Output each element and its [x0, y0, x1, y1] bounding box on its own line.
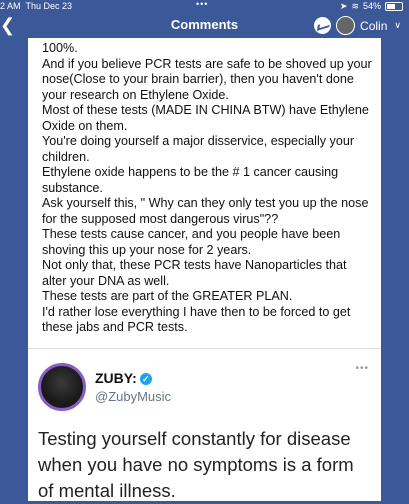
avatar[interactable] — [336, 16, 356, 35]
account-switcher[interactable]: Colin ∨ — [314, 16, 401, 35]
comment-content: 100%. And if you believe PCR tests are s… — [28, 38, 381, 501]
comment-paragraph: These tests cause cancer, and you people… — [42, 227, 341, 257]
status-indicators: ➤ ≋ 54% — [340, 0, 403, 12]
user-name[interactable]: Colin — [360, 19, 387, 33]
location-icon: ➤ — [339, 1, 348, 11]
status-bar: 2 AM Thu Dec 23 ••• ➤ ≋ 54% — [0, 0, 409, 12]
nav-bar: ❮ Comments Colin ∨ — [0, 12, 409, 38]
comment-paragraph: Most of these tests (MADE IN CHINA BTW) … — [42, 103, 369, 133]
comment-paragraph: I'd rather lose everything I have then t… — [42, 304, 351, 335]
tweet-author-handle[interactable]: @ZubyMusic — [95, 389, 171, 404]
comment-paragraph: And if you believe PCR tests are safe to… — [42, 56, 372, 102]
verified-badge-icon: ✓ — [139, 373, 152, 385]
embedded-tweet[interactable]: ZUBY: ✓ @ZubyMusic ••• Testing yourself c… — [28, 348, 381, 501]
battery-percent: 54% — [362, 1, 381, 11]
comment-paragraph: 100%. — [42, 41, 78, 55]
comment-text: 100%. And if you believe PCR tests are s… — [28, 38, 381, 336]
comment-paragraph: Not only that, these PCR tests have Nano… — [42, 258, 347, 288]
tweet-text: Testing yourself constantly for disease … — [38, 428, 354, 501]
status-time: 2 AM Thu Dec 23 — [0, 1, 73, 11]
tweet-author-name[interactable]: ZUBY: ✓ — [95, 370, 152, 386]
multitask-dots-icon[interactable]: ••• — [196, 0, 208, 10]
wifi-icon: ≋ — [351, 1, 359, 11]
messenger-icon[interactable] — [314, 17, 332, 34]
comment-paragraph: Ask yourself this, " Why can they only t… — [42, 196, 369, 226]
more-options-icon[interactable]: ••• — [355, 363, 369, 374]
chevron-down-icon[interactable]: ∨ — [394, 20, 401, 31]
comment-paragraph: These tests are part of the GREATER PLAN… — [42, 289, 293, 303]
tweet-avatar[interactable] — [38, 363, 86, 411]
comment-paragraph: You're doing yourself a major disservice… — [42, 134, 355, 164]
battery-icon — [385, 1, 403, 11]
comment-paragraph: Ethylene oxide happens to be the # 1 can… — [42, 165, 339, 195]
